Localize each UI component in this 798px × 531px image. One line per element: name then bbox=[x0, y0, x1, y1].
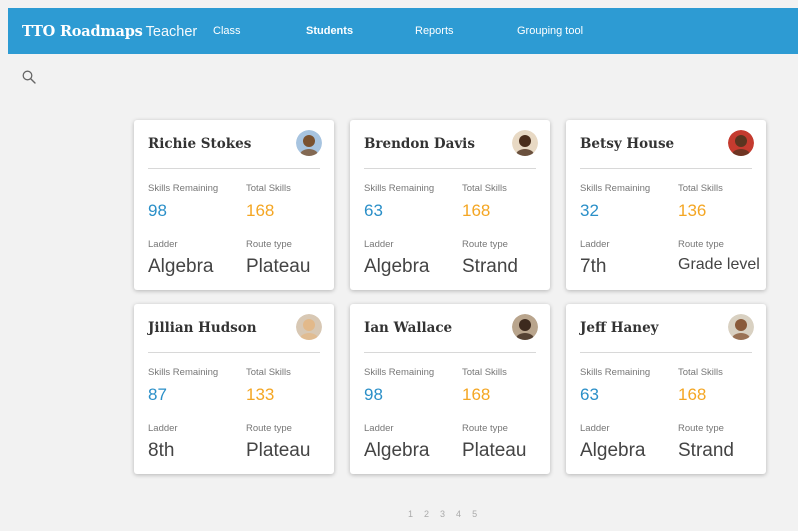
nav-grouping-tool[interactable]: Grouping tool bbox=[517, 25, 583, 37]
student-card[interactable]: Jillian Hudson Skills Remaining Total Skil… bbox=[134, 304, 334, 474]
route-type-label: Route type bbox=[246, 239, 292, 250]
student-avatar bbox=[728, 314, 754, 340]
skills-remaining-value: 63 bbox=[580, 385, 599, 404]
total-skills-value: 168 bbox=[678, 385, 707, 404]
route-type-label: Route type bbox=[678, 239, 724, 250]
student-name: Ian Wallace bbox=[364, 320, 453, 336]
route-type-label: Route type bbox=[462, 423, 508, 434]
student-card[interactable]: Brendon Davis Skills Remaining Total Skill… bbox=[350, 120, 550, 290]
total-skills-value: 168 bbox=[462, 385, 491, 404]
card-divider bbox=[580, 168, 752, 169]
ladder-label: Ladder bbox=[580, 423, 610, 434]
ladder-value: Algebra bbox=[364, 440, 430, 461]
student-name: Richie Stokes bbox=[148, 136, 252, 152]
skills-remaining-value: 98 bbox=[364, 385, 383, 404]
card-divider bbox=[148, 352, 320, 353]
total-skills-value: 136 bbox=[678, 201, 707, 220]
skills-remaining-value: 98 bbox=[148, 201, 167, 220]
route-type-value: Plateau bbox=[246, 256, 311, 277]
page-3[interactable]: 3 bbox=[440, 509, 445, 519]
student-avatar bbox=[296, 314, 322, 340]
skills-remaining-label: Skills Remaining bbox=[364, 367, 435, 378]
card-divider bbox=[364, 352, 536, 353]
nav-reports[interactable]: Reports bbox=[415, 25, 454, 37]
ladder-value: Algebra bbox=[364, 256, 430, 277]
ladder-value: Algebra bbox=[148, 256, 214, 277]
student-avatar bbox=[728, 130, 754, 156]
ladder-label: Ladder bbox=[580, 239, 610, 250]
brand-name: TTO Roadmaps bbox=[22, 22, 143, 40]
card-divider bbox=[580, 352, 752, 353]
route-type-label: Route type bbox=[678, 423, 724, 434]
student-card[interactable]: Betsy House Skills Remaining Total Skills 3… bbox=[566, 120, 766, 290]
brand-logo[interactable]: TTO Roadmaps Teacher bbox=[22, 23, 197, 40]
total-skills-label: Total Skills bbox=[246, 183, 291, 194]
card-divider bbox=[148, 168, 320, 169]
route-type-value: Strand bbox=[678, 440, 734, 461]
total-skills-label: Total Skills bbox=[678, 367, 723, 378]
total-skills-label: Total Skills bbox=[678, 183, 723, 194]
student-card[interactable]: Richie Stokes Skills Remaining Total Skill… bbox=[134, 120, 334, 290]
page-1[interactable]: 1 bbox=[408, 509, 413, 519]
route-type-value: Plateau bbox=[246, 440, 311, 461]
top-nav-bar: TTO Roadmaps Teacher Class Students Repor… bbox=[8, 8, 798, 54]
total-skills-value: 168 bbox=[462, 201, 491, 220]
skills-remaining-value: 63 bbox=[364, 201, 383, 220]
route-type-label: Route type bbox=[462, 239, 508, 250]
total-skills-label: Total Skills bbox=[462, 367, 507, 378]
total-skills-value: 168 bbox=[246, 201, 275, 220]
total-skills-label: Total Skills bbox=[246, 367, 291, 378]
ladder-value: 8th bbox=[148, 440, 175, 461]
route-type-value: Grade level bbox=[678, 256, 760, 273]
skills-remaining-label: Skills Remaining bbox=[580, 367, 651, 378]
brand-role: Teacher bbox=[145, 23, 198, 40]
page-5[interactable]: 5 bbox=[472, 509, 477, 519]
page-4[interactable]: 4 bbox=[456, 509, 461, 519]
student-card[interactable]: Jeff Haney Skills Remaining Total Skills 63… bbox=[566, 304, 766, 474]
student-card[interactable]: Ian Wallace Skills Remaining Total Skills 9… bbox=[350, 304, 550, 474]
student-avatar bbox=[296, 130, 322, 156]
skills-remaining-value: 32 bbox=[580, 201, 599, 220]
page-2[interactable]: 2 bbox=[424, 509, 429, 519]
skills-remaining-label: Skills Remaining bbox=[580, 183, 651, 194]
skills-remaining-label: Skills Remaining bbox=[148, 367, 219, 378]
route-type-label: Route type bbox=[246, 423, 292, 434]
skills-remaining-label: Skills Remaining bbox=[364, 183, 435, 194]
ladder-value: Algebra bbox=[580, 440, 646, 461]
search-icon[interactable] bbox=[22, 70, 36, 84]
total-skills-value: 133 bbox=[246, 385, 275, 404]
ladder-label: Ladder bbox=[148, 239, 178, 250]
skills-remaining-label: Skills Remaining bbox=[148, 183, 219, 194]
ladder-label: Ladder bbox=[148, 423, 178, 434]
ladder-label: Ladder bbox=[364, 239, 394, 250]
pagination: 1 2 3 4 5 bbox=[408, 509, 477, 519]
student-name: Jeff Haney bbox=[580, 320, 659, 336]
total-skills-label: Total Skills bbox=[462, 183, 507, 194]
route-type-value: Strand bbox=[462, 256, 518, 277]
student-name: Jillian Hudson bbox=[148, 320, 257, 336]
student-name: Brendon Davis bbox=[364, 136, 475, 152]
student-avatar bbox=[512, 130, 538, 156]
skills-remaining-value: 87 bbox=[148, 385, 167, 404]
nav-class[interactable]: Class bbox=[213, 25, 241, 37]
ladder-value: 7th bbox=[580, 256, 607, 277]
student-avatar bbox=[512, 314, 538, 340]
route-type-value: Plateau bbox=[462, 440, 527, 461]
nav-students[interactable]: Students bbox=[306, 25, 353, 37]
card-divider bbox=[364, 168, 536, 169]
ladder-label: Ladder bbox=[364, 423, 394, 434]
student-name: Betsy House bbox=[580, 136, 675, 152]
